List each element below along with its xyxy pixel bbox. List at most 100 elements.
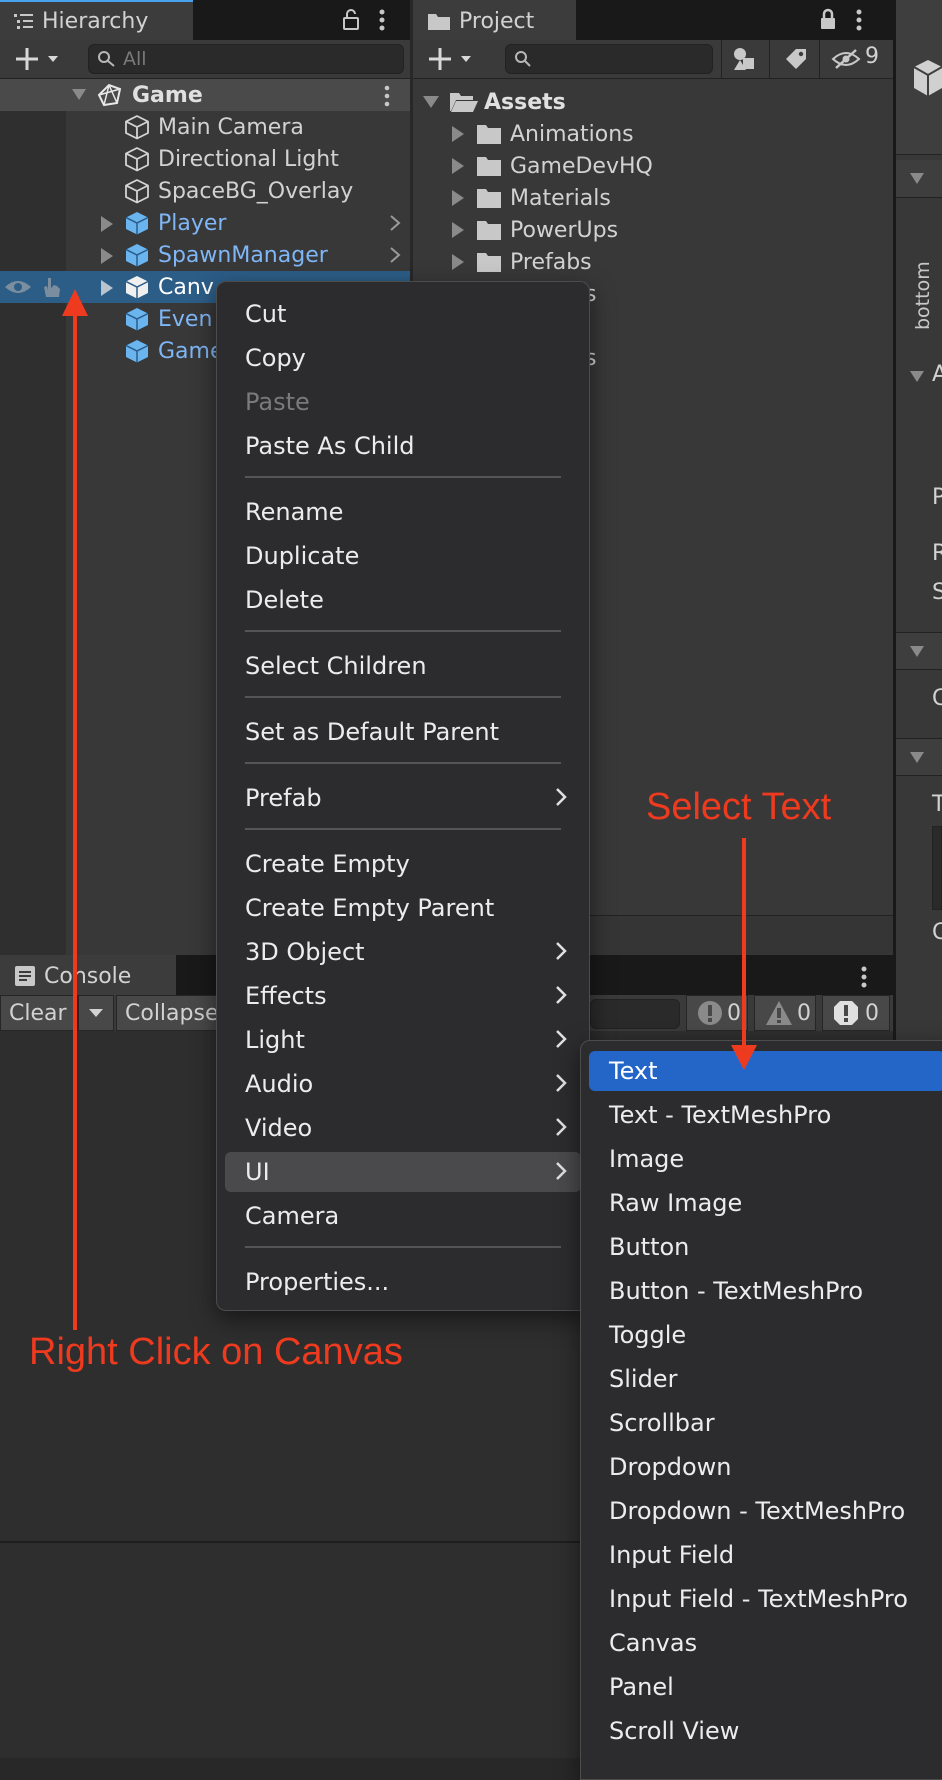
menu-item-copy[interactable]: Copy [225,338,581,378]
expand-arrow-icon[interactable] [423,96,439,108]
expand-arrow-icon[interactable] [451,190,465,206]
menu-item-create-empty-parent[interactable]: Create Empty Parent [225,888,581,928]
submenu-item-toggle[interactable]: Toggle [589,1315,942,1355]
text-area[interactable] [932,826,942,910]
expand-arrow-icon[interactable] [100,280,114,296]
submenu-item-panel[interactable]: Panel [589,1667,942,1707]
hidden-eye-icon[interactable] [831,48,861,70]
scene-row[interactable]: Game [0,79,410,111]
kebab-menu-icon[interactable] [860,965,868,989]
expand-arrow-icon[interactable] [451,126,465,142]
search-by-type-icon[interactable] [731,46,759,72]
folder-row[interactable]: GameDevHQ [413,150,893,182]
warning-icon [766,1001,792,1025]
error-filter-toggle[interactable]: 0 [686,995,748,1031]
menu-item-delete[interactable]: Delete [225,580,581,620]
submenu-item-scroll-view[interactable]: Scroll View [589,1711,942,1751]
expand-arrow-icon[interactable] [910,646,924,658]
chevron-right-icon[interactable] [389,214,401,232]
clear-label: Clear [9,1000,67,1026]
assets-root[interactable]: Assets [413,86,893,118]
hierarchy-item[interactable]: Player [0,207,410,239]
hierarchy-search-input[interactable]: All [88,44,404,74]
menu-item-create-empty[interactable]: Create Empty [225,844,581,884]
kebab-menu-icon[interactable] [378,8,386,32]
hierarchy-item[interactable]: Main Camera [0,111,410,143]
folder-row[interactable]: PowerUps [413,214,893,246]
warning-filter-toggle[interactable]: 0 [754,995,816,1031]
submenu-item-button-tmp[interactable]: Button - TextMeshPro [589,1271,942,1311]
menu-item-properties[interactable]: Properties... [225,1262,581,1302]
menu-item-cut[interactable]: Cut [225,294,581,334]
menu-item-prefab[interactable]: Prefab [225,778,581,818]
menu-item-effects[interactable]: Effects [225,976,581,1016]
pickable-hand-icon[interactable] [38,275,64,299]
expand-arrow-icon[interactable] [451,254,465,270]
submenu-item-dropdown-tmp[interactable]: Dropdown - TextMeshPro [589,1491,942,1531]
expand-arrow-icon[interactable] [910,173,924,185]
hierarchy-item[interactable]: SpaceBG_Overlay [0,175,410,207]
submenu-item-text[interactable]: Text [589,1051,942,1091]
lock-icon[interactable] [342,8,360,30]
menu-item-3d-object[interactable]: 3D Object [225,932,581,972]
submenu-item-slider[interactable]: Slider [589,1359,942,1399]
submenu-item-scrollbar[interactable]: Scrollbar [589,1403,942,1443]
menu-item-label: Light [245,1026,305,1054]
expand-arrow-icon[interactable] [910,752,924,764]
hierarchy-item[interactable]: Directional Light [0,143,410,175]
menu-item-camera[interactable]: Camera [225,1196,581,1236]
clear-button[interactable]: Clear [0,995,78,1031]
submenu-item-text-tmp[interactable]: Text - TextMeshPro [589,1095,942,1135]
expand-arrow-icon[interactable] [451,158,465,174]
expand-arrow-icon[interactable] [451,222,465,238]
expand-arrow-icon[interactable] [910,371,924,383]
info-filter-toggle[interactable]: 0 [822,995,890,1031]
tab-console[interactable]: Console [0,955,176,995]
folder-row[interactable]: Materials [413,182,893,214]
component-header[interactable] [896,160,942,198]
add-dropdown-icon[interactable] [427,46,477,72]
label-tag-icon[interactable] [783,46,809,72]
tab-hierarchy[interactable]: Hierarchy [0,0,193,40]
menu-item-audio[interactable]: Audio [225,1064,581,1104]
folder-row[interactable]: Animations [413,118,893,150]
menu-item-label: Paste As Child [245,432,415,460]
menu-item-rename[interactable]: Rename [225,492,581,532]
component-header[interactable] [896,632,942,670]
submenu-item-label: Slider [609,1365,678,1393]
submenu-item-dropdown[interactable]: Dropdown [589,1447,942,1487]
add-dropdown-icon[interactable] [14,46,64,72]
search-placeholder: All [123,48,147,70]
scene-kebab-icon[interactable] [383,85,391,107]
submenu-item-input-field[interactable]: Input Field [589,1535,942,1575]
expand-arrow-icon[interactable] [72,89,86,101]
submenu-item-raw-image[interactable]: Raw Image [589,1183,942,1223]
component-header[interactable] [896,738,942,776]
menu-item-duplicate[interactable]: Duplicate [225,536,581,576]
folder-row[interactable]: Prefabs [413,246,893,278]
submenu-item-canvas[interactable]: Canvas [589,1623,942,1663]
menu-item-ui[interactable]: UI [225,1152,581,1192]
menu-item-light[interactable]: Light [225,1020,581,1060]
menu-item-select-children[interactable]: Select Children [225,646,581,686]
expand-arrow-icon[interactable] [100,216,114,232]
menu-item-paste-as-child[interactable]: Paste As Child [225,426,581,466]
collapse-toggle[interactable]: Collapse [116,995,228,1031]
tab-project[interactable]: Project [413,0,576,40]
submenu-item-button[interactable]: Button [589,1227,942,1267]
menu-item-label: Create Empty [245,850,410,878]
menu-item-set-default-parent[interactable]: Set as Default Parent [225,712,581,752]
submenu-item-input-field-tmp[interactable]: Input Field - TextMeshPro [589,1579,942,1619]
kebab-menu-icon[interactable] [855,8,863,32]
submenu-item-image[interactable]: Image [589,1139,942,1179]
gameobject-icon [125,115,149,140]
visibility-eye-icon[interactable] [4,278,32,296]
clear-options-dropdown[interactable] [78,995,114,1031]
expand-arrow-icon[interactable] [100,248,114,264]
menu-item-video[interactable]: Video [225,1108,581,1148]
lock-icon[interactable] [819,8,837,30]
hierarchy-item[interactable]: SpawnManager [0,239,410,271]
project-search-input[interactable] [505,44,713,74]
console-search-input[interactable] [590,999,680,1029]
chevron-right-icon[interactable] [389,246,401,264]
